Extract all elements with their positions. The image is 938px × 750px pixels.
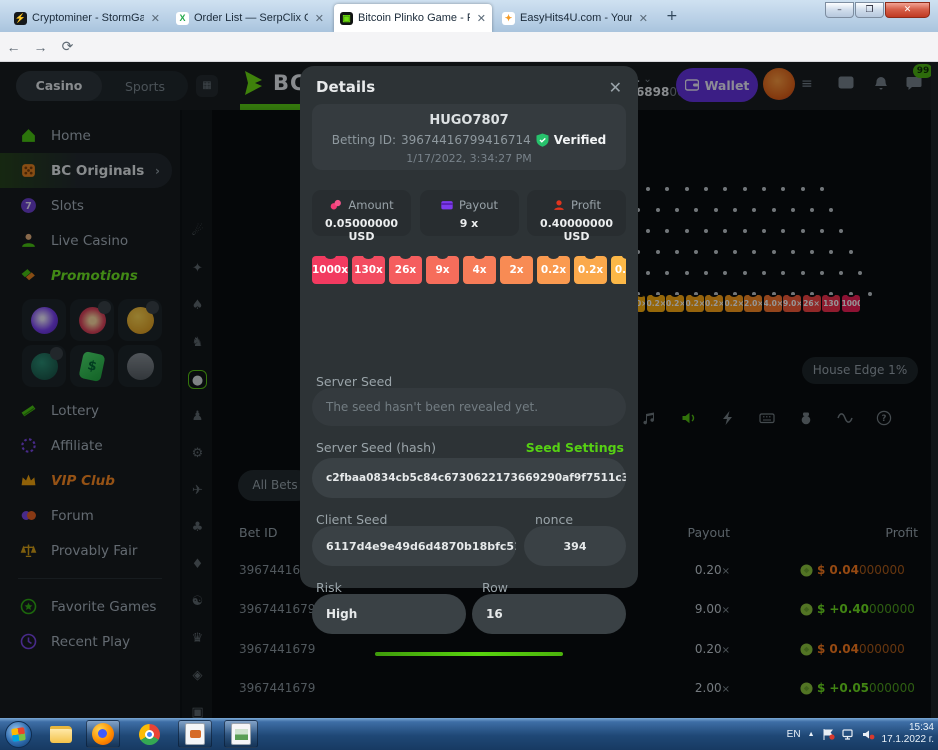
- nonce-field[interactable]: 394: [524, 526, 626, 566]
- browser-tab[interactable]: ✦ EasyHits4U.com - Your Traffic E ✕: [496, 4, 654, 32]
- network-icon[interactable]: [842, 729, 855, 740]
- tab-close-icon[interactable]: ✕: [477, 12, 486, 25]
- taskbar-chrome[interactable]: [132, 720, 166, 748]
- tab-favicon: ✦: [502, 12, 515, 25]
- taskbar-explorer[interactable]: [44, 720, 78, 748]
- modal-close-icon[interactable]: ✕: [609, 78, 622, 97]
- nonce-label: nonce: [535, 512, 573, 527]
- client-seed-field[interactable]: 6117d4e9e49d6d4870b18bfc5198fel: [312, 526, 516, 566]
- impress-icon: [185, 723, 205, 745]
- taskbar: EN ▲ 15:34 17.1.2022 г.: [0, 718, 938, 750]
- browser-tab[interactable]: X Order List — SerpClix ClickSense ✕: [170, 4, 330, 32]
- restore-button[interactable]: ❐: [855, 2, 884, 18]
- new-tab-button[interactable]: +: [666, 8, 678, 24]
- verified-shield-icon: [536, 133, 549, 147]
- server-seed-label: Server Seed: [316, 374, 392, 389]
- username: HUGO7807: [312, 113, 626, 128]
- bet-info-card: HUGO7807 Betting ID: 39674416799416714 V…: [312, 104, 626, 170]
- stat-card-profit: Profit0.40000000 USD: [527, 190, 626, 236]
- browser-nav-bar: ← → ⟳: [0, 32, 938, 62]
- server-seed-hash-label: Server Seed (hash): [316, 440, 436, 455]
- tab-favicon: ⚡: [14, 12, 27, 25]
- server-seed-field[interactable]: The seed hasn't been revealed yet.: [312, 388, 626, 426]
- tab-title: Cryptominer - StormGain: [32, 12, 144, 24]
- multiplier-chip: 4x: [463, 256, 496, 284]
- coins-icon: [329, 198, 343, 212]
- windows-flag-icon: [11, 727, 26, 742]
- flag-alert-icon[interactable]: [822, 729, 835, 740]
- multiplier-chip: 26x: [389, 256, 422, 284]
- risk-label: Risk: [316, 580, 342, 595]
- multiplier-chip: 0.2x: [574, 256, 607, 284]
- screen: ⚡ Cryptominer - StormGain ✕ X Order List — S…: [0, 0, 938, 750]
- verified-label: Verified: [554, 133, 606, 147]
- row-label: Row: [482, 580, 508, 595]
- browser-tab[interactable]: ▣ Bitcoin Plinko Game - Play Plin ✕: [334, 4, 492, 32]
- language-indicator[interactable]: EN: [787, 729, 801, 740]
- multiplier-chip: 0.2x: [537, 256, 570, 284]
- reload-icon[interactable]: ⟳: [54, 38, 81, 55]
- multiplier-chip: 0.2x: [611, 256, 626, 284]
- tab-title: Order List — SerpClix ClickSense: [194, 12, 308, 24]
- start-button[interactable]: [5, 721, 32, 748]
- details-modal: Details ✕ HUGO7807 Betting ID: 396744167…: [300, 66, 638, 588]
- taskbar-firefox[interactable]: [86, 720, 120, 748]
- taskbar-calc[interactable]: [224, 720, 258, 748]
- multiplier-chip: 130x: [352, 256, 385, 284]
- client-seed-label: Client Seed: [316, 512, 387, 527]
- card-icon: [440, 198, 454, 212]
- multiplier-chip: 1000x: [312, 256, 348, 284]
- close-button[interactable]: ✕: [885, 2, 930, 18]
- tab-favicon: ▣: [340, 12, 353, 25]
- browser-tab-bar: ⚡ Cryptominer - StormGain ✕ X Order List — S…: [0, 0, 938, 32]
- taskbar-impress[interactable]: [178, 720, 212, 748]
- seed-settings-link[interactable]: Seed Settings: [526, 440, 624, 455]
- hand-icon: [552, 198, 566, 212]
- tab-title: EasyHits4U.com - Your Traffic E: [520, 12, 632, 24]
- stat-card-amount: Amount0.05000000 USD: [312, 190, 411, 236]
- firefox-icon: [92, 723, 114, 745]
- tab-title: Bitcoin Plinko Game - Play Plin: [358, 12, 470, 24]
- tab-close-icon[interactable]: ✕: [315, 12, 324, 25]
- multiplier-chip: 9x: [426, 256, 459, 284]
- forward-icon[interactable]: →: [27, 39, 54, 55]
- system-tray: EN ▲ 15:34 17.1.2022 г.: [787, 718, 934, 750]
- taskbar-clock[interactable]: 15:34 17.1.2022 г.: [882, 722, 934, 747]
- green-progress-bar: [375, 652, 563, 656]
- stat-card-payout: Payout9 x: [420, 190, 519, 236]
- back-icon[interactable]: ←: [0, 39, 27, 55]
- bet-datetime: 1/17/2022, 3:34:27 PM: [312, 152, 626, 165]
- betting-id-value: 39674416799416714: [401, 133, 531, 147]
- tab-close-icon[interactable]: ✕: [151, 12, 160, 25]
- betting-id-label: Betting ID:: [332, 133, 396, 147]
- risk-field[interactable]: High: [312, 594, 466, 634]
- row-field[interactable]: 16: [472, 594, 626, 634]
- modal-title: Details: [316, 78, 375, 97]
- server-seed-hash-field[interactable]: c2fbaa0834cb5c84c6730622173669290af9f751…: [312, 458, 626, 498]
- multiplier-chip-row: 1000x130x26x9x4x2x0.2x0.2x0.2x: [312, 256, 626, 284]
- tab-favicon: X: [176, 12, 189, 25]
- tab-close-icon[interactable]: ✕: [639, 12, 648, 25]
- browser-tab[interactable]: ⚡ Cryptominer - StormGain ✕: [8, 4, 166, 32]
- tray-expand-icon[interactable]: ▲: [808, 731, 815, 738]
- chrome-icon: [139, 724, 160, 745]
- volume-icon[interactable]: [862, 729, 875, 740]
- multiplier-chip: 2x: [500, 256, 533, 284]
- minimize-button[interactable]: –: [825, 2, 854, 18]
- calc-icon: [231, 723, 251, 745]
- window-controls: – ❐ ✕: [825, 2, 930, 18]
- folder-icon: [50, 726, 72, 743]
